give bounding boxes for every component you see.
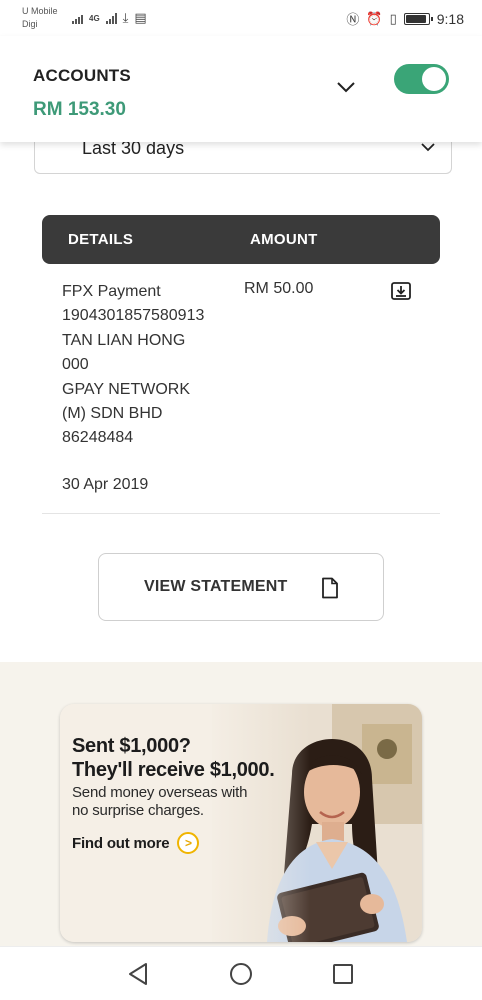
- chevron-right-icon: >: [177, 832, 200, 854]
- carrier-1: U Mobile: [22, 6, 58, 16]
- navigation-bar: [0, 946, 482, 1000]
- back-triangle-icon[interactable]: [126, 961, 152, 987]
- network-type: 4G: [89, 13, 100, 23]
- detail-line: 86248484: [62, 429, 134, 447]
- table-row[interactable]: FPX Payment 1904301857580913 TAN LIAN HO…: [42, 264, 440, 514]
- battery-icon: [403, 12, 433, 25]
- detail-line: FPX Payment: [62, 283, 161, 300]
- detail-line: 1904301857580913: [62, 307, 205, 325]
- column-header-amount: AMOUNT: [250, 231, 318, 248]
- find-out-more-link[interactable]: Find out more >: [72, 832, 200, 854]
- download-icon[interactable]: [390, 281, 412, 301]
- accounts-header: ACCOUNTS RM 153.30: [0, 36, 482, 142]
- message-status-icon: ▤: [134, 10, 147, 25]
- vibrate-icon: ▯: [389, 10, 397, 26]
- transaction-details: FPX Payment 1904301857580913 TAN LIAN HO…: [62, 280, 232, 451]
- home-circle-icon[interactable]: [228, 961, 254, 987]
- column-header-details: DETAILS: [68, 231, 134, 248]
- document-icon: [322, 577, 338, 599]
- accounts-title: ACCOUNTS: [33, 66, 131, 85]
- status-bar: U Mobile Digi 4G ⤓ ▤ Ⓝ ⏰ ▯ 9:18: [0, 0, 482, 36]
- toggle-knob: [422, 67, 446, 91]
- carrier-2: Digi: [22, 19, 38, 29]
- status-left-icons: 4G ⤓ ▤: [72, 10, 147, 26]
- promo-banner[interactable]: Sent $1,000? They'll receive $1,000. Sen…: [60, 704, 422, 942]
- detail-line: (M) SDN BHD: [62, 405, 163, 423]
- transactions-table-header: DETAILS AMOUNT: [42, 215, 440, 264]
- account-toggle[interactable]: [394, 64, 449, 94]
- account-balance: RM 153.30: [33, 99, 126, 120]
- find-out-more-label: Find out more: [72, 834, 170, 852]
- signal-icon: [72, 12, 83, 24]
- detail-line: 000: [62, 356, 89, 374]
- promo-subtext: Send money overseas with no surprise cha…: [72, 784, 247, 820]
- detail-line: TAN LIAN HONG: [62, 331, 186, 349]
- download-status-icon: ⤓: [122, 10, 129, 25]
- nfc-icon: Ⓝ: [346, 12, 360, 27]
- status-right-icons: Ⓝ ⏰ ▯ 9:18: [346, 9, 464, 28]
- carrier-names: U Mobile Digi: [22, 5, 58, 31]
- promo-headline: Sent $1,000? They'll receive $1,000.: [72, 734, 275, 782]
- view-statement-button[interactable]: VIEW STATEMENT: [98, 553, 384, 621]
- promo-subtext-line: Send money overseas with: [72, 784, 248, 801]
- recents-square-icon[interactable]: [330, 961, 356, 987]
- clock-time: 9:18: [436, 10, 464, 27]
- chevron-down-icon[interactable]: [336, 80, 356, 94]
- view-statement-label: VIEW STATEMENT: [144, 578, 288, 595]
- transaction-amount: RM 50.00: [244, 280, 314, 297]
- alarm-icon: ⏰: [366, 10, 383, 26]
- promo-headline-line: They'll receive $1,000.: [72, 759, 275, 781]
- detail-line: GPAY NETWORK: [62, 380, 191, 398]
- signal-icon-2: [105, 12, 117, 24]
- chevron-down-icon: [421, 143, 435, 152]
- battery-level: [405, 14, 426, 23]
- transaction-date: 30 Apr 2019: [62, 476, 149, 493]
- promo-subtext-line: no surprise charges.: [72, 802, 204, 819]
- promo-headline-line: Sent $1,000?: [72, 735, 191, 757]
